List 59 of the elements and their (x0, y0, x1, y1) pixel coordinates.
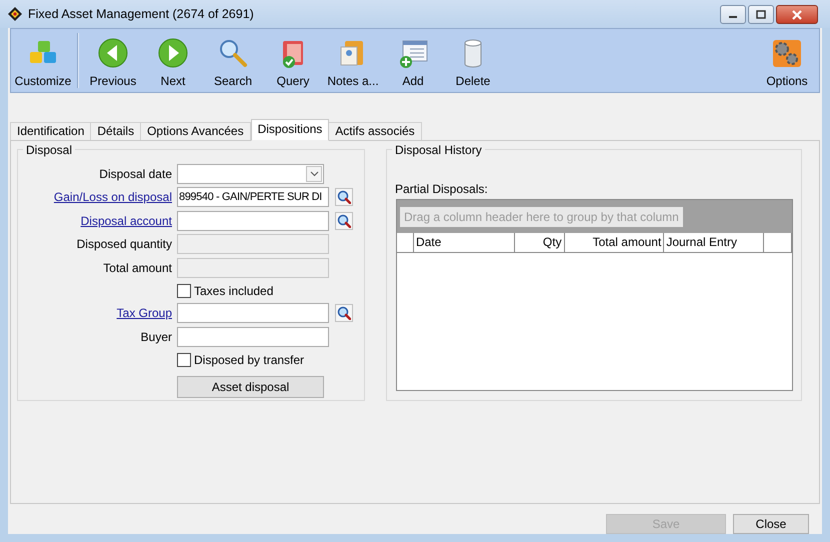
grid-label: Partial Disposals: (395, 182, 489, 196)
group-by-hint: Drag a column header here to group by that column (400, 206, 683, 226)
field-label: Disposed quantity (76, 237, 172, 252)
field-link[interactable]: Gain/Loss on disposal (54, 190, 172, 204)
group-title: Disposal History (392, 143, 485, 157)
input-field[interactable] (177, 210, 329, 231)
checkbox[interactable] (177, 352, 191, 366)
tab[interactable]: Options Avancées (141, 122, 251, 140)
toolbar-button[interactable]: Delete (443, 29, 503, 92)
field-label: Buyer (140, 330, 172, 344)
search-button[interactable] (335, 188, 353, 206)
toolbar-button[interactable]: Query (263, 29, 323, 92)
field-link[interactable]: Tax Group (116, 306, 172, 320)
field-label: Total amount (103, 260, 172, 275)
minimize-button[interactable] (720, 5, 746, 24)
footer-button[interactable]: Close (733, 514, 809, 534)
close-button[interactable] (776, 5, 818, 24)
minimize-icon (729, 16, 737, 18)
toolbar-button[interactable]: Search (203, 29, 263, 92)
tab[interactable]: Dispositions (250, 119, 330, 141)
tab[interactable]: Détails (91, 122, 142, 140)
date-field[interactable] (177, 164, 324, 184)
chevron-down-icon (310, 170, 318, 177)
input-field[interactable]: 899540 - GAIN/PERTE SUR DI (177, 187, 329, 208)
tab[interactable]: Actifs associés (329, 122, 422, 140)
toolbar-button[interactable]: Options (757, 29, 817, 92)
group-title: Disposal (23, 143, 76, 157)
search-button[interactable] (335, 212, 353, 230)
search-button[interactable] (335, 304, 353, 322)
asset-disposal-button[interactable]: Asset disposal (177, 376, 324, 398)
close-icon (791, 10, 803, 20)
checkbox-label: Disposed by transfer (194, 352, 304, 366)
column-header[interactable]: Date (414, 233, 515, 252)
tab[interactable]: Identification (10, 122, 92, 140)
checkbox-label: Taxes included (194, 284, 274, 298)
input-field[interactable] (177, 326, 329, 347)
dropdown-button[interactable] (306, 166, 322, 182)
column-header[interactable]: Total amount (564, 233, 664, 252)
search-icon (337, 190, 351, 204)
toolbar-button[interactable]: Previous (83, 29, 143, 92)
column-header[interactable]: Qty (514, 233, 565, 252)
field-label: Disposal date (99, 166, 172, 181)
toolbar-button[interactable]: Add (383, 29, 443, 92)
toolbar-button[interactable]: Next (143, 29, 203, 92)
maximize-icon (756, 10, 766, 20)
gears-icon (771, 38, 803, 69)
toolbar-button[interactable]: Customize (13, 29, 73, 92)
search-icon (217, 38, 249, 69)
checkbox[interactable] (177, 284, 191, 298)
form-add-icon (397, 38, 429, 69)
search-icon (337, 306, 351, 320)
window-title: Fixed Asset Management (2674 of 2691) (28, 7, 255, 21)
maximize-button[interactable] (748, 5, 774, 24)
toolbar-button[interactable]: Notes a... (323, 29, 383, 92)
input-field[interactable] (177, 303, 329, 324)
column-header[interactable]: Journal Entry (664, 233, 764, 252)
field-link[interactable]: Disposal account (80, 214, 172, 228)
search-icon (337, 214, 351, 228)
app-icon (8, 7, 22, 21)
